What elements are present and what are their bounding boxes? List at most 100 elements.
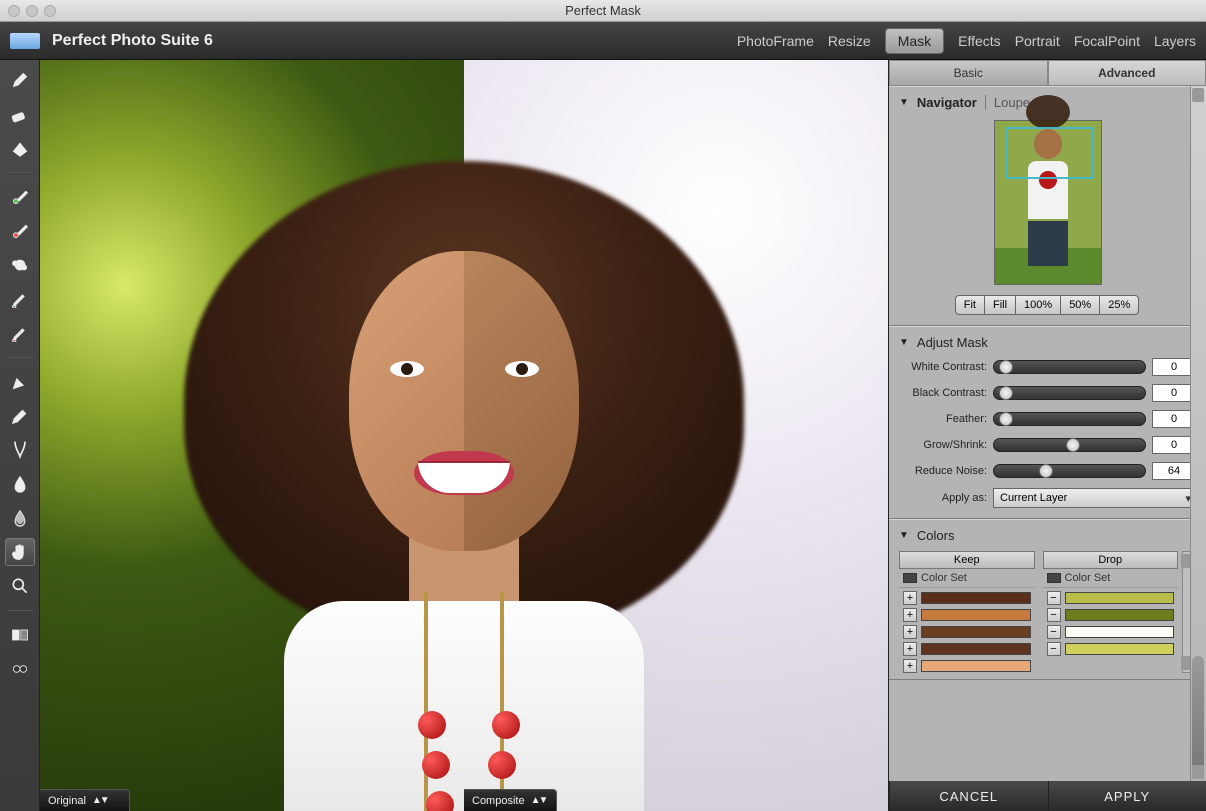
drop-swatch-row: − (1043, 625, 1179, 639)
disclosure-icon[interactable]: ▼ (899, 97, 909, 108)
compare-view-icon[interactable] (5, 621, 35, 649)
disclosure-icon[interactable]: ▼ (899, 337, 909, 348)
feather-label: Feather: (899, 413, 987, 425)
keep-eyedropper-icon[interactable] (5, 285, 35, 313)
nav-mask[interactable]: Mask (885, 28, 944, 54)
hand-tool-icon[interactable] (5, 538, 35, 566)
original-view-selector[interactable]: Original ▲▼ (40, 789, 130, 811)
nav-photoframe[interactable]: PhotoFrame (737, 33, 814, 49)
refine-brush-icon[interactable] (5, 402, 35, 430)
nav-portrait[interactable]: Portrait (1015, 33, 1060, 49)
composite-pane: Composite▲▼ (464, 60, 888, 811)
swatch-remove-button[interactable]: − (1047, 608, 1061, 622)
navigator-title: Navigator (917, 95, 977, 110)
color-set-icon (1047, 573, 1061, 583)
drop-colors-column: Drop Color Set − − − − (1043, 551, 1179, 673)
zoom-100-button[interactable]: 100% (1015, 295, 1061, 315)
color-swatch[interactable] (921, 609, 1031, 621)
smudge-tool-icon[interactable] (5, 504, 35, 532)
navigator-viewport[interactable] (1005, 127, 1093, 179)
keep-swatch-row: + (899, 608, 1035, 622)
grow-shrink-slider[interactable] (993, 438, 1146, 452)
blob-brush-icon[interactable] (5, 251, 35, 279)
pen-tool-icon[interactable] (5, 368, 35, 396)
scroll-thumb[interactable] (1192, 656, 1204, 776)
navigator-thumbnail[interactable] (994, 120, 1102, 285)
color-swatch[interactable] (921, 643, 1031, 655)
canvas-compare-view[interactable]: Original ▲▼ Composite▲▼ (40, 60, 888, 811)
disclosure-icon[interactable]: ▼ (899, 530, 909, 541)
drop-color-set[interactable]: Color Set (1065, 572, 1111, 584)
apply-as-select[interactable]: Current Layer (993, 488, 1196, 508)
color-swatch[interactable] (921, 592, 1031, 604)
zoom-fill-button[interactable]: Fill (984, 295, 1016, 315)
composite-view-selector[interactable]: Composite▲▼ (464, 789, 557, 811)
drop-swatch-row: − (1043, 591, 1179, 605)
drop-eyedropper-icon[interactable] (5, 319, 35, 347)
drop-swatch-row: − (1043, 642, 1179, 656)
color-swatch[interactable] (921, 626, 1031, 638)
color-swatch[interactable] (921, 660, 1031, 672)
scroll-down-icon[interactable] (1192, 765, 1204, 779)
tab-advanced[interactable]: Advanced (1048, 60, 1206, 86)
panel-scrollbar[interactable] (1190, 86, 1206, 781)
keep-swatch-row: + (899, 625, 1035, 639)
blur-tool-icon[interactable] (5, 470, 35, 498)
drop-swatch-row: − (1043, 608, 1179, 622)
zoom-25-button[interactable]: 25% (1099, 295, 1139, 315)
nav-resize[interactable]: Resize (828, 33, 871, 49)
side-panel: Basic Advanced ▼ Navigator Loupe Fit Fill … (888, 60, 1206, 811)
swatch-add-button[interactable]: + (903, 608, 917, 622)
color-swatch[interactable] (1065, 609, 1175, 621)
cancel-button[interactable]: CANCEL (889, 781, 1048, 811)
swatch-remove-button[interactable]: − (1047, 625, 1061, 639)
eraser-tool-icon[interactable] (5, 100, 35, 128)
color-swatch[interactable] (1065, 643, 1175, 655)
dropdown-icon: ▲▼ (92, 795, 108, 806)
apply-button[interactable]: APPLY (1048, 781, 1206, 811)
zoom-fit-button[interactable]: Fit (955, 295, 985, 315)
tool-sidebar (0, 60, 40, 811)
nav-layers[interactable]: Layers (1154, 33, 1196, 49)
keep-swatch-row: + (899, 591, 1035, 605)
chisel-tool-icon[interactable] (5, 436, 35, 464)
swatch-add-button[interactable]: + (903, 659, 917, 673)
nav-effects[interactable]: Effects (958, 33, 1001, 49)
window-title: Perfect Mask (0, 3, 1206, 18)
swatch-add-button[interactable]: + (903, 642, 917, 656)
swatch-add-button[interactable]: + (903, 591, 917, 605)
apply-as-label: Apply as: (899, 492, 987, 504)
white-contrast-slider[interactable] (993, 360, 1146, 374)
keep-header[interactable]: Keep (899, 551, 1035, 569)
swatch-remove-button[interactable]: − (1047, 642, 1061, 656)
onone-logo-icon (10, 33, 40, 49)
drop-brush-icon[interactable] (5, 217, 35, 245)
app-toolbar: Perfect Photo Suite 6 PhotoFrame Resize … (0, 22, 1206, 60)
swatch-add-button[interactable]: + (903, 625, 917, 639)
keep-swatch-row: + (899, 659, 1035, 673)
bucket-tool-icon[interactable] (5, 134, 35, 162)
keep-colors-column: Keep Color Set + + + + + (899, 551, 1035, 673)
zoom-tool-icon[interactable] (5, 572, 35, 600)
loupe-tab[interactable]: Loupe (985, 95, 1030, 110)
scroll-up-icon[interactable] (1192, 88, 1204, 102)
swatch-remove-button[interactable]: − (1047, 591, 1061, 605)
drop-header[interactable]: Drop (1043, 551, 1179, 569)
preview-goggles-icon[interactable] (5, 655, 35, 683)
keep-brush-icon[interactable] (5, 183, 35, 211)
brush-tool-icon[interactable] (5, 66, 35, 94)
navigator-panel: ▼ Navigator Loupe Fit Fill 100% 50% 25% (889, 86, 1206, 326)
adjust-title: Adjust Mask (917, 335, 988, 350)
zoom-50-button[interactable]: 50% (1060, 295, 1100, 315)
feather-slider[interactable] (993, 412, 1146, 426)
keep-color-set[interactable]: Color Set (921, 572, 967, 584)
black-contrast-slider[interactable] (993, 386, 1146, 400)
color-swatch[interactable] (1065, 592, 1175, 604)
reduce-noise-label: Reduce Noise: (899, 465, 987, 477)
nav-focalpoint[interactable]: FocalPoint (1074, 33, 1140, 49)
mac-title-bar: Perfect Mask (0, 0, 1206, 22)
tab-basic[interactable]: Basic (889, 60, 1048, 86)
color-swatch[interactable] (1065, 626, 1175, 638)
reduce-noise-slider[interactable] (993, 464, 1146, 478)
original-label: Original (48, 795, 86, 807)
